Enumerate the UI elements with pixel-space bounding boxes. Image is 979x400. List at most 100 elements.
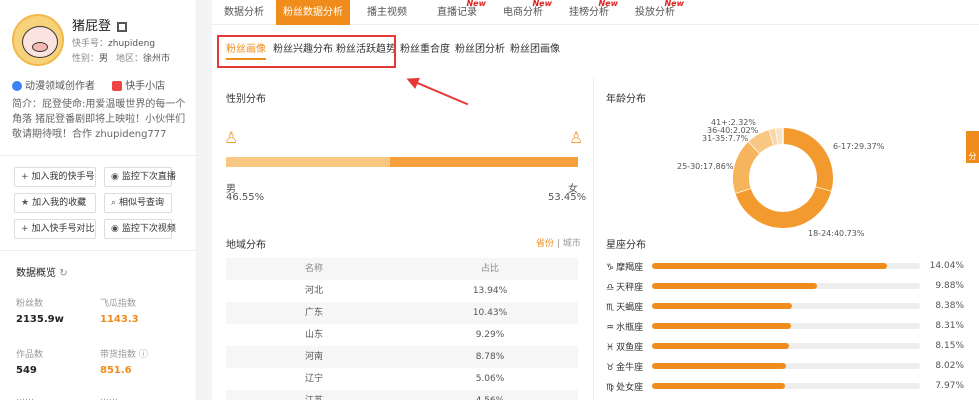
table-row: 河北 13.94% <box>304 286 508 296</box>
female-pct: 53.45% <box>548 192 587 203</box>
donut-slice-6-17[interactable] <box>782 128 833 192</box>
zodiac-bar <box>652 263 888 269</box>
zodiac-pct: 8.02% <box>935 361 964 371</box>
toggle-province[interactable]: 省份 <box>536 239 554 249</box>
goods-value: 851.6 <box>100 365 132 376</box>
pig-avatar-snout <box>32 42 48 52</box>
page-root: 猪屁登 快手号：zhupideng 性别：男 地区：徐州市 动漫领域创作者 快手小… <box>0 0 979 400</box>
new-badge: New <box>466 0 486 8</box>
zodiac-row: ♒ 水瓶座 8.31% <box>606 316 966 336</box>
eye-icon: ◉ <box>111 224 119 234</box>
zodiac-bar <box>652 303 793 309</box>
age-label-6-17: 6-17:29.37% <box>833 142 885 151</box>
zodiac-bar-track <box>652 303 920 309</box>
male-bar <box>226 157 390 167</box>
toggle-city[interactable]: 城市 <box>563 239 581 249</box>
profile-panel: 猪屁登 快手号：zhupideng 性别：男 地区：徐州市 动漫领域创作者 快手小… <box>0 0 197 400</box>
gender-title: 性别分布 <box>226 94 266 105</box>
highlight-box <box>217 35 396 68</box>
zodiac-sign-icon: ♒ <box>606 322 615 333</box>
goods-label: 带货指数 ⓘ <box>100 350 148 360</box>
more-stat-label: …… <box>100 393 118 400</box>
zodiac-name: ♏ 天蝎座 <box>606 302 644 313</box>
age-label-31-35: 31-35:7.7% <box>702 134 749 143</box>
zodiac-row: ♏ 天蝎座 8.38% <box>606 296 966 316</box>
donut-slice-36-40[interactable] <box>769 128 779 146</box>
donut-slice-25-30[interactable] <box>733 141 760 194</box>
top-tabs: 数据分析 粉丝数据分析 播主视频 直播记录 New 电商分析 New 挂榜分析 New… <box>212 0 979 25</box>
donut-slice-18-24[interactable] <box>735 186 832 228</box>
kuaishou-id: 快手号：zhupideng <box>72 39 156 49</box>
tab-ranking[interactable]: 挂榜分析 New <box>556 0 622 25</box>
feigua-value: 1143.3 <box>100 314 139 325</box>
column-divider <box>593 78 594 400</box>
add-compare-button[interactable]: + 加入快手号对比 <box>14 219 96 239</box>
zodiac-bar-track <box>652 343 920 349</box>
verified-icon <box>12 81 22 91</box>
zodiac-pct: 7.97% <box>935 381 964 391</box>
zodiac-sign-icon: ♎ <box>606 282 615 293</box>
zodiac-name: ♒ 水瓶座 <box>606 322 644 333</box>
refresh-icon[interactable]: ↻ <box>59 268 67 279</box>
zodiac-bar-track <box>652 383 920 389</box>
tab-videos[interactable]: 播主视频 <box>350 0 424 25</box>
new-badge: New <box>532 0 552 8</box>
age-label-25-30: 25-30:17.86% <box>677 162 734 171</box>
monitor-video-button[interactable]: ◉ 监控下次视频 <box>104 219 176 239</box>
shop-tag[interactable]: 快手小店 <box>112 81 165 92</box>
zodiac-bar-track <box>652 323 920 329</box>
plus-icon: + <box>21 224 29 234</box>
table-row: 山东 9.29% <box>304 330 505 340</box>
tab-live-records[interactable]: 直播记录 New <box>424 0 490 25</box>
zodiac-row: ♉ 金牛座 8.02% <box>606 356 966 376</box>
subtab-fan-group-analysis[interactable]: 粉丝团分析 <box>455 40 505 55</box>
zodiac-bar-track <box>652 283 920 289</box>
profile-tags: 动漫领域创作者 快手小店 <box>12 77 179 92</box>
star-icon: ★ <box>21 198 30 208</box>
zodiac-row: ♎ 天秤座 9.88% <box>606 276 966 296</box>
zodiac-name: ♉ 金牛座 <box>606 362 644 373</box>
zodiac-bar-track <box>652 263 920 269</box>
subtab-fan-overlap[interactable]: 粉丝重合度 <box>400 40 450 55</box>
zodiac-bar <box>652 363 787 369</box>
similar-search-button[interactable]: ⌕ 相似号查询 <box>104 193 172 213</box>
zodiac-sign-icon: ♍ <box>606 382 615 393</box>
add-favorite-button[interactable]: ★ 加入我的收藏 <box>14 193 96 213</box>
zodiac-bar <box>652 383 786 389</box>
zodiac-name: ♎ 天秤座 <box>606 282 644 293</box>
donut-slice-31-35[interactable] <box>748 129 775 154</box>
zodiac-bar-track <box>652 363 920 369</box>
new-badge: New <box>664 0 684 8</box>
side-share-tab[interactable]: 分享 <box>966 131 979 172</box>
age-donut-chart: 41+:2.32% 36-40:2.02% 31-35:7.7% 6-17:29… <box>677 118 885 238</box>
zodiac-pct: 14.04% <box>929 261 964 271</box>
qrcode-icon[interactable] <box>117 21 128 32</box>
zodiac-title: 星座分布 <box>606 240 646 251</box>
toggle-separator: | <box>554 239 563 249</box>
creator-tag: 动漫领域创作者 <box>12 81 95 92</box>
zodiac-row: ♓ 双鱼座 8.15% <box>606 336 966 356</box>
zodiac-name: ♍ 处女座 <box>606 382 644 393</box>
zodiac-name: ♓ 双鱼座 <box>606 342 644 353</box>
tab-placement[interactable]: 投放分析 New <box>622 0 688 25</box>
zodiac-pct: 9.88% <box>935 281 964 291</box>
monitor-live-button[interactable]: ◉ 监控下次直播 <box>104 167 176 187</box>
gender-bar <box>226 157 578 167</box>
shop-icon <box>112 81 123 91</box>
info-icon[interactable]: ⓘ <box>139 350 148 360</box>
tab-fans-analysis[interactable]: 粉丝数据分析 <box>276 0 350 25</box>
tab-ecommerce[interactable]: 电商分析 New <box>490 0 556 25</box>
zodiac-bar <box>652 343 789 349</box>
add-kuaishou-button[interactable]: + 加入我的快手号 <box>14 167 96 187</box>
subtab-fan-group-portrait[interactable]: 粉丝团画像 <box>510 40 560 55</box>
zodiac-sign-icon: ♑ <box>606 262 615 273</box>
zodiac-row: ♍ 处女座 7.97% <box>606 376 966 396</box>
table-row: 河南 8.78% <box>226 346 578 368</box>
table-row: 江苏4.56% <box>226 390 578 400</box>
tab-data-analysis[interactable]: 数据分析 <box>212 0 276 25</box>
overview-title: 数据概览 ↻ <box>16 268 68 279</box>
fans-value: 2135.9w <box>16 314 64 325</box>
gender-region: 性别：男 地区：徐州市 <box>72 54 171 64</box>
more-stat-label: …… <box>16 393 34 400</box>
zodiac-pct: 8.15% <box>935 341 964 351</box>
